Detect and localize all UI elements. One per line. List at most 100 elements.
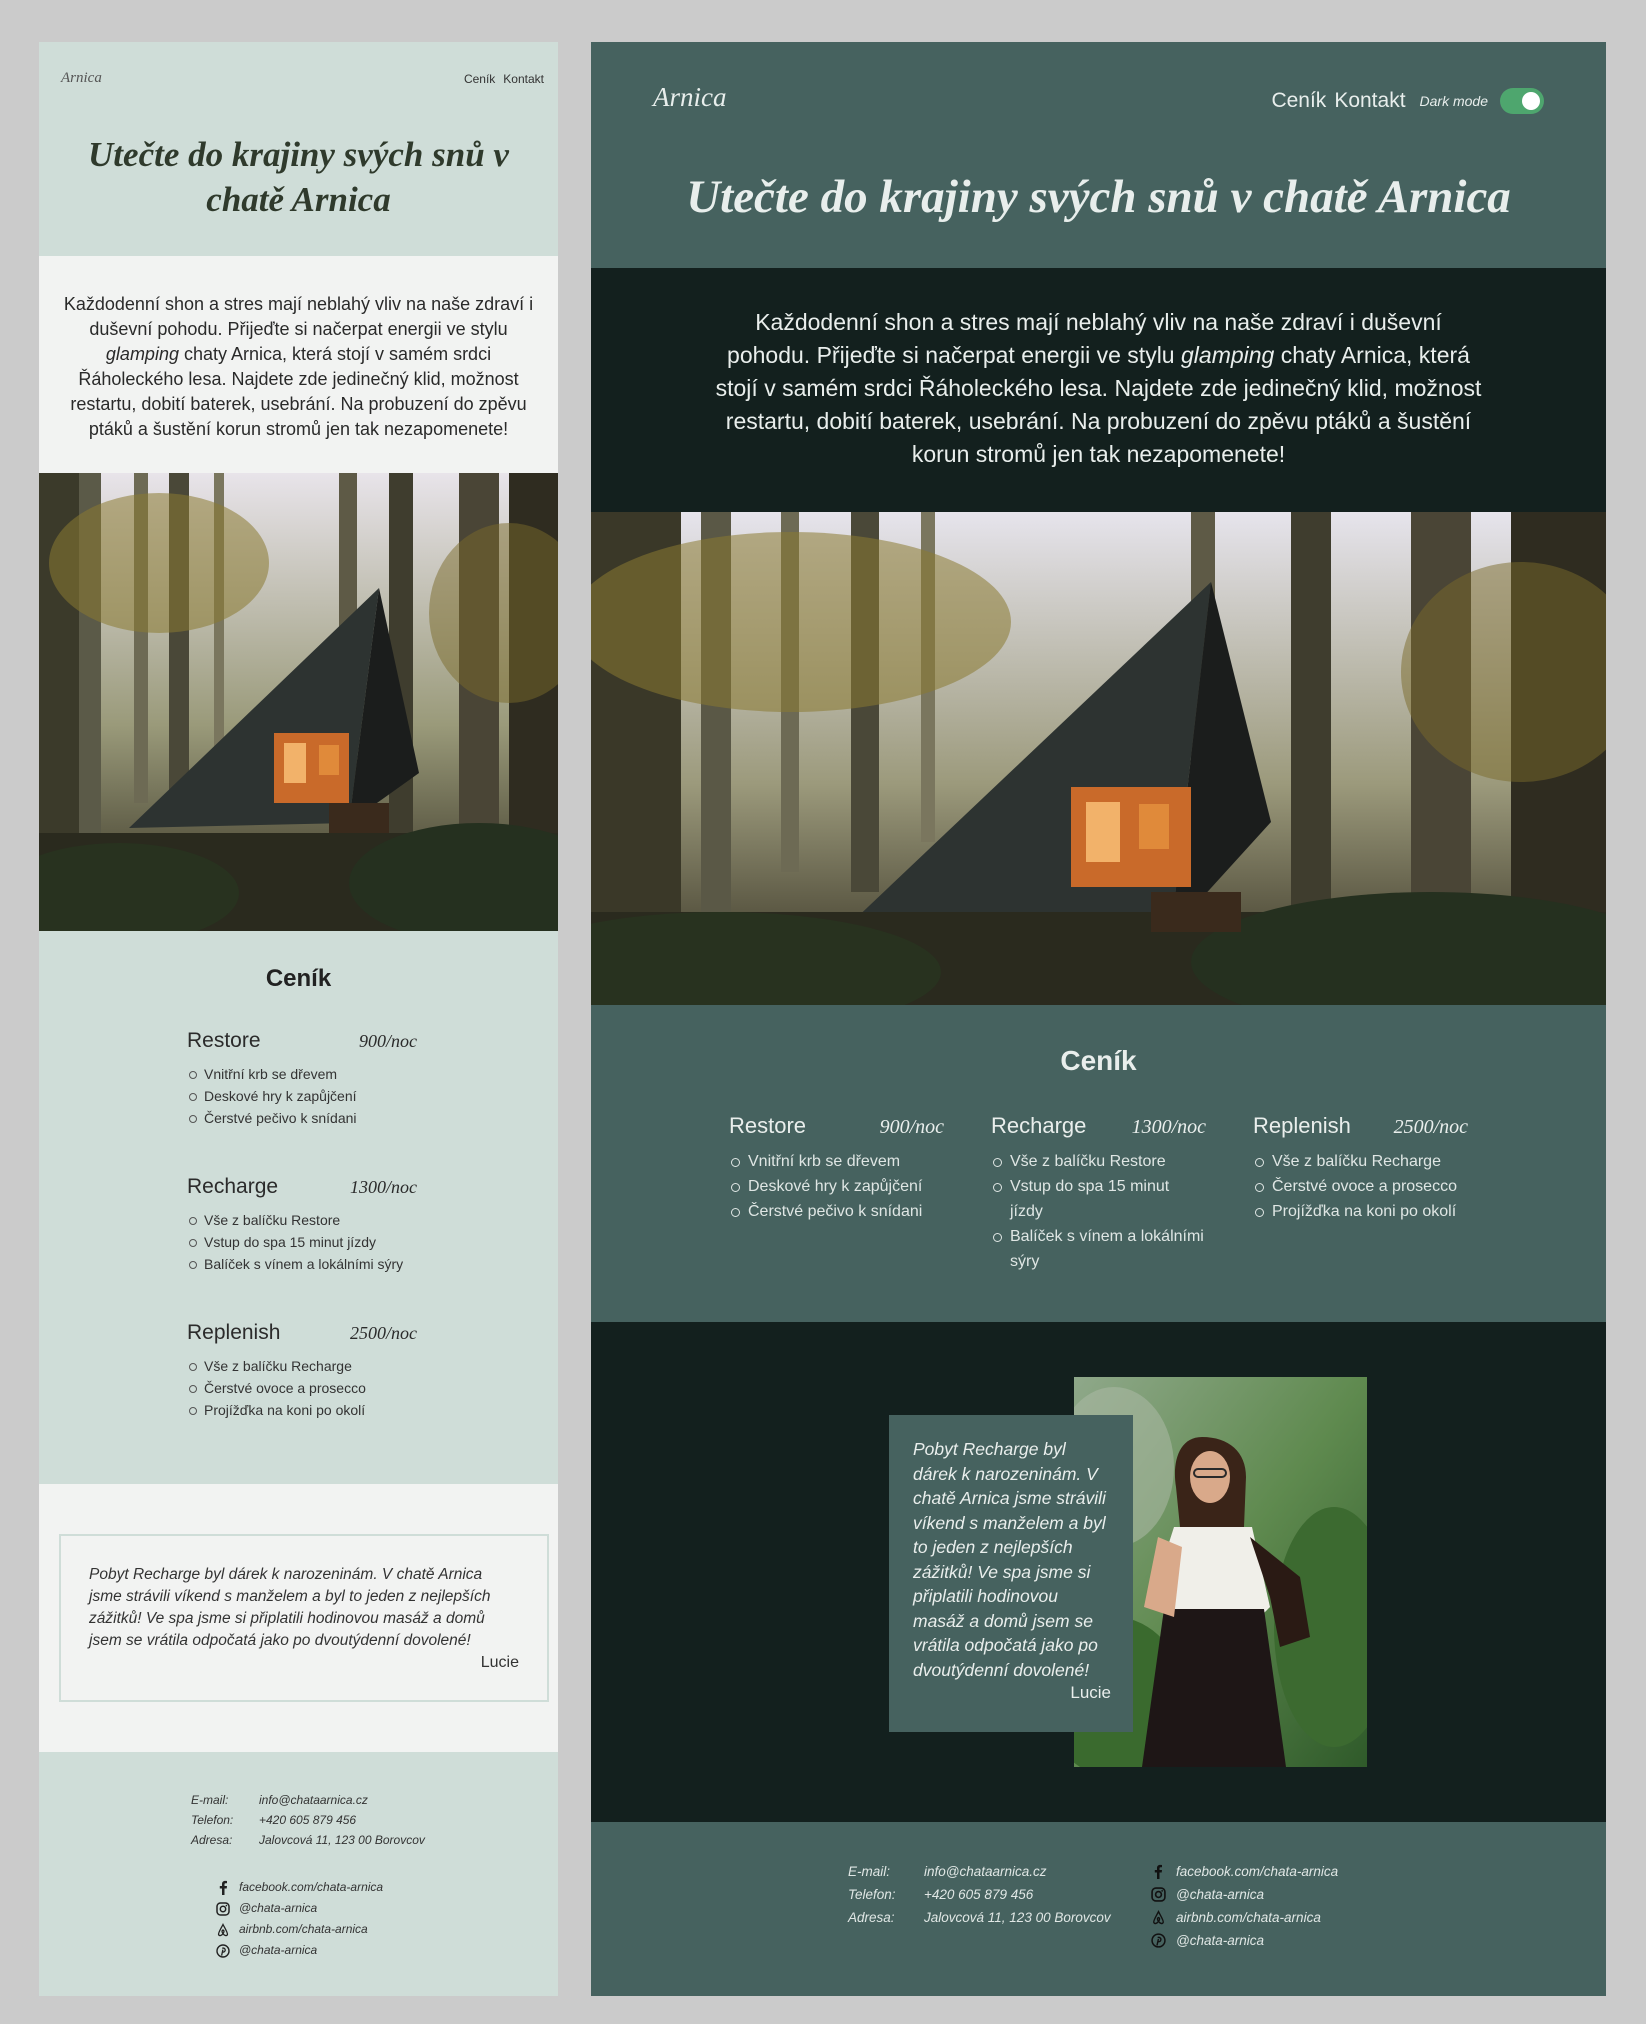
nav: Ceník Kontakt: [464, 72, 544, 86]
package-feature: Čerstvé ovoce a prosecco: [1253, 1174, 1468, 1199]
logo[interactable]: Arnica: [653, 82, 727, 113]
package-name: Recharge: [991, 1113, 1087, 1138]
package-price: 1300/noc: [1131, 1116, 1206, 1138]
intro-text-start: Každodenní shon a stres mají neblahý vli…: [63, 294, 534, 339]
logo[interactable]: Arnica: [61, 70, 102, 87]
dark-mode-toggle[interactable]: [1500, 88, 1544, 114]
testimonial-section: Pobyt Recharge byl dárek k narozeninám. …: [39, 1484, 558, 1752]
nav: Ceník Kontakt Dark mode: [1271, 88, 1544, 114]
package-feature: Vstup do spa 15 minut jízdy: [991, 1174, 1206, 1224]
package-feature: Projížďka na koni po okolí: [187, 1399, 417, 1421]
cabin-image: [39, 473, 558, 931]
nav-pricing-link[interactable]: Ceník: [1271, 89, 1326, 113]
pricing-section: Ceník Restore 900/noc Vnitřní krb se dře…: [591, 1005, 1606, 1322]
instagram-icon: [1150, 1887, 1166, 1903]
testimonial-card: Pobyt Recharge byl dárek k narozeninám. …: [889, 1415, 1133, 1732]
package-feature: Vstup do spa 15 minut jízdy: [187, 1231, 417, 1253]
header: Arnica Ceník Kontakt Dark mode Utečte do…: [591, 42, 1606, 268]
testimonial-card: Pobyt Recharge byl dárek k narozeninám. …: [59, 1534, 549, 1702]
package-replenish: Replenish 2500/noc Vše z balíčku Recharg…: [187, 1321, 417, 1421]
pricing-title: Ceník: [1060, 1045, 1137, 1076]
phone-link[interactable]: +420 605 879 456: [259, 1810, 356, 1830]
toggle-knob: [1522, 92, 1540, 110]
package-feature: Deskové hry k zapůjčení: [729, 1174, 944, 1199]
package-price: 900/noc: [879, 1116, 944, 1138]
package-name: Recharge: [187, 1175, 279, 1198]
social-airbnb[interactable]: airbnb.com/chata-arnica: [1150, 1906, 1338, 1929]
pinterest-icon: [1150, 1933, 1166, 1949]
package-recharge: Recharge 1300/noc Vše z balíčku Restore …: [187, 1175, 417, 1275]
contact-label: Telefon:: [848, 1887, 896, 1902]
contact-label: Adresa:: [848, 1910, 895, 1925]
testimonial-author: Lucie: [480, 1654, 519, 1671]
page-title: Utečte do krajiny svých snů v chatě Arni…: [88, 135, 509, 219]
pricing-title: Ceník: [265, 965, 332, 992]
intro-emphasis: glamping: [105, 344, 179, 364]
social-link-text: facebook.com/chata-arnica: [239, 1880, 384, 1894]
social-pinterest[interactable]: @chata-arnica: [1150, 1929, 1338, 1952]
dark-mode-label: Dark mode: [1419, 93, 1488, 109]
package-feature: Projížďka na koni po okolí: [1253, 1199, 1468, 1224]
header: Arnica Ceník Kontakt Utečte do krajiny s…: [39, 42, 558, 256]
contact-label: Adresa:: [191, 1833, 233, 1847]
address-text: Jalovcová 11, 123 00 Borovcov: [924, 1910, 1111, 1925]
intro-emphasis: glamping: [1181, 342, 1275, 368]
social-pinterest[interactable]: @chata-arnica: [215, 1940, 383, 1961]
cabin-photo: [39, 473, 558, 931]
package-recharge: Recharge 1300/noc Vše z balíčku Restore …: [991, 1113, 1206, 1274]
page-title: Utečte do krajiny svých snů v chatě Arni…: [686, 171, 1511, 223]
phone-link[interactable]: +420 605 879 456: [924, 1883, 1033, 1906]
cabin-photo: [591, 512, 1606, 1005]
testimonial-quote: Pobyt Recharge byl dárek k narozeninám. …: [913, 1439, 1106, 1680]
intro-text: Každodenní shon a stres mají neblahý vli…: [591, 268, 1606, 512]
facebook-icon: [1150, 1864, 1166, 1880]
social-instagram[interactable]: @chata-arnica: [1150, 1883, 1338, 1906]
package-feature: Vnitřní krb se dřevem: [187, 1063, 417, 1085]
package-feature: Čerstvé pečivo k snídani: [729, 1199, 944, 1224]
social-link-text: @chata-arnica: [239, 1943, 318, 1957]
social-links: facebook.com/chata-arnica @chata-arnica …: [1150, 1860, 1338, 1952]
nav-pricing-link[interactable]: Ceník: [464, 72, 495, 86]
package-name: Restore: [729, 1113, 807, 1138]
package-feature: Balíček s vínem a lokálními sýry: [991, 1224, 1206, 1274]
nav-contact-link[interactable]: Kontakt: [1334, 89, 1405, 113]
desktop-mockup: Arnica Ceník Kontakt Dark mode Utečte do…: [591, 42, 1606, 1996]
contact-info: E-mail: info@chataarnica.cz Telefon: +420 …: [191, 1790, 425, 1850]
social-instagram[interactable]: @chata-arnica: [215, 1898, 383, 1919]
social-facebook[interactable]: facebook.com/chata-arnica: [215, 1877, 383, 1898]
email-link[interactable]: info@chataarnica.cz: [924, 1860, 1047, 1883]
package-feature: Vše z balíčku Restore: [187, 1209, 417, 1231]
package-price: 2500/noc: [350, 1323, 417, 1343]
pricing-section: Ceník Restore 900/noc Vnitřní krb se dře…: [39, 931, 558, 1484]
nav-contact-link[interactable]: Kontakt: [503, 72, 544, 86]
package-price: 900/noc: [359, 1031, 417, 1051]
social-link-text: airbnb.com/chata-arnica: [239, 1922, 368, 1936]
package-name: Replenish: [1253, 1113, 1351, 1138]
package-feature: Čerstvé ovoce a prosecco: [187, 1377, 417, 1399]
social-link-text: @chata-arnica: [1176, 1933, 1264, 1948]
package-feature: Balíček s vínem a lokálními sýry: [187, 1253, 417, 1275]
intro-text: Každodenní shon a stres mají neblahý vli…: [39, 256, 558, 473]
testimonial-quote: Pobyt Recharge byl dárek k narozeninám. …: [89, 1566, 491, 1649]
email-link[interactable]: info@chataarnica.cz: [259, 1790, 368, 1810]
package-feature: Vše z balíčku Recharge: [187, 1355, 417, 1377]
footer: E-mail: info@chataarnica.cz Telefon: +420 …: [39, 1752, 558, 1996]
social-links: facebook.com/chata-arnica @chata-arnica …: [215, 1877, 383, 1961]
social-airbnb[interactable]: airbnb.com/chata-arnica: [215, 1919, 383, 1940]
facebook-icon: [215, 1880, 231, 1896]
package-feature: Vše z balíčku Restore: [991, 1149, 1206, 1174]
package-feature: Vše z balíčku Recharge: [1253, 1149, 1468, 1174]
package-price: 1300/noc: [350, 1177, 417, 1197]
package-price: 2500/noc: [1393, 1116, 1468, 1138]
contact-label: E-mail:: [191, 1793, 229, 1807]
social-link-text: facebook.com/chata-arnica: [1176, 1864, 1339, 1879]
pinterest-icon: [215, 1943, 231, 1959]
instagram-icon: [215, 1901, 231, 1917]
mobile-mockup: Arnica Ceník Kontakt Utečte do krajiny s…: [39, 42, 558, 1996]
social-facebook[interactable]: facebook.com/chata-arnica: [1150, 1860, 1338, 1883]
package-feature: Vnitřní krb se dřevem: [729, 1149, 944, 1174]
package-feature: Čerstvé pečivo k snídani: [187, 1107, 417, 1129]
package-feature: Deskové hry k zapůjčení: [187, 1085, 417, 1107]
package-name: Replenish: [187, 1321, 281, 1344]
address-text: Jalovcová 11, 123 00 Borovcov: [259, 1833, 425, 1847]
